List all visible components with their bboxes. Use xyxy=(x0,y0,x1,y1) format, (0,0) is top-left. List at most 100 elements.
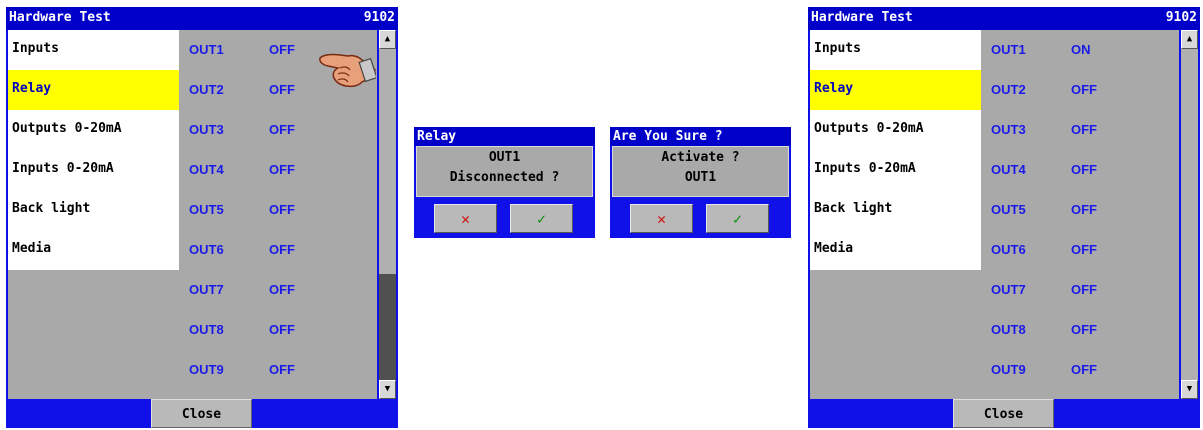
window-titlebar: Hardware Test 9102 xyxy=(808,7,1200,30)
output-scrollbar[interactable]: ▲ ▼ xyxy=(1181,30,1198,399)
window-footer: Close xyxy=(6,399,398,428)
output-state: OFF xyxy=(269,82,295,97)
dialog-title: Relay xyxy=(414,127,595,146)
close-button[interactable]: Close xyxy=(953,399,1054,428)
window-code: 9102 xyxy=(363,10,395,25)
output-name: OUT7 xyxy=(189,282,224,297)
output-row[interactable]: OUT9 OFF xyxy=(179,350,377,390)
scroll-track[interactable] xyxy=(1181,49,1198,380)
menu-item-relay[interactable]: Relay xyxy=(8,70,179,110)
close-button[interactable]: Close xyxy=(151,399,252,428)
output-state: OFF xyxy=(269,242,295,257)
menu-item-inputs[interactable]: Inputs xyxy=(810,30,981,70)
output-state: OFF xyxy=(269,202,295,217)
cancel-button[interactable]: ✕ xyxy=(630,204,693,233)
test-category-menu: Inputs Relay Outputs 0-20mA Inputs 0-20m… xyxy=(810,30,981,399)
output-row[interactable]: OUT7 OFF xyxy=(981,270,1179,310)
scroll-up-arrow-icon[interactable]: ▲ xyxy=(1181,30,1198,49)
output-name: OUT9 xyxy=(189,362,224,377)
output-name: OUT2 xyxy=(189,82,224,97)
menu-item-media[interactable]: Media xyxy=(8,230,179,270)
window-code: 9102 xyxy=(1165,10,1197,25)
relay-output-list: OUT1 ON OUT2 OFF OUT3 OFF OUT4 OFF OUT5 OFF O… xyxy=(981,30,1179,399)
menu-item-inputs-0-20ma[interactable]: Inputs 0-20mA xyxy=(810,150,981,190)
check-mark-icon: ✓ xyxy=(536,210,547,228)
output-name: OUT8 xyxy=(991,322,1026,337)
check-mark-icon: ✓ xyxy=(732,210,743,228)
output-name: OUT4 xyxy=(189,162,224,177)
test-category-menu: Inputs Relay Outputs 0-20mA Inputs 0-20m… xyxy=(8,30,179,399)
output-row[interactable]: OUT3 OFF xyxy=(981,110,1179,150)
output-name: OUT5 xyxy=(189,202,224,217)
output-row[interactable]: OUT8 OFF xyxy=(981,310,1179,350)
window-title: Hardware Test xyxy=(9,10,111,25)
output-row[interactable]: OUT9 OFF xyxy=(981,350,1179,390)
output-state: OFF xyxy=(269,122,295,137)
scroll-down-arrow-icon[interactable]: ▼ xyxy=(379,380,396,399)
pointing-hand-icon xyxy=(319,53,376,88)
scroll-thumb[interactable] xyxy=(379,274,396,380)
menu-item-outputs-0-20ma[interactable]: Outputs 0-20mA xyxy=(8,110,179,150)
output-row[interactable]: OUT4 OFF xyxy=(981,150,1179,190)
output-state: OFF xyxy=(269,322,295,337)
menu-item-back-light[interactable]: Back light xyxy=(8,190,179,230)
cancel-x-icon: ✕ xyxy=(460,210,471,228)
scroll-down-arrow-icon[interactable]: ▼ xyxy=(1181,380,1198,399)
output-name: OUT5 xyxy=(991,202,1026,217)
scroll-thumb[interactable] xyxy=(1181,49,1198,380)
dialog-message: Activate ? OUT1 xyxy=(612,146,789,197)
output-name: OUT4 xyxy=(991,162,1026,177)
window-titlebar: Hardware Test 9102 xyxy=(6,7,398,30)
output-row[interactable]: OUT1 ON xyxy=(981,30,1179,70)
output-row[interactable]: OUT6 OFF xyxy=(981,230,1179,270)
output-name: OUT6 xyxy=(991,242,1026,257)
output-name: OUT7 xyxy=(991,282,1026,297)
output-state: OFF xyxy=(1071,282,1097,297)
output-state: OFF xyxy=(1071,162,1097,177)
window-footer: Close xyxy=(808,399,1200,428)
output-name: OUT2 xyxy=(991,82,1026,97)
output-row[interactable]: OUT2 OFF xyxy=(981,70,1179,110)
output-name: OUT6 xyxy=(189,242,224,257)
scroll-up-arrow-icon[interactable]: ▲ xyxy=(379,30,396,49)
output-state: OFF xyxy=(269,42,295,57)
output-row[interactable]: OUT6 OFF xyxy=(179,230,377,270)
output-row[interactable]: OUT3 OFF xyxy=(179,110,377,150)
output-state: OFF xyxy=(1071,202,1097,217)
output-state: OFF xyxy=(1071,362,1097,377)
dialog-message-line: OUT1 xyxy=(488,150,521,165)
output-state: OFF xyxy=(269,282,295,297)
menu-item-relay[interactable]: Relay xyxy=(810,70,981,110)
output-name: OUT1 xyxy=(189,42,224,57)
dialog-title: Are You Sure ? xyxy=(610,127,791,146)
output-name: OUT3 xyxy=(189,122,224,137)
output-state: OFF xyxy=(269,362,295,377)
hardware-test-window-right: Hardware Test 9102 Inputs Relay Outputs … xyxy=(808,7,1200,428)
output-name: OUT3 xyxy=(991,122,1026,137)
output-state: OFF xyxy=(1071,322,1097,337)
menu-item-back-light[interactable]: Back light xyxy=(810,190,981,230)
relay-dialog: Relay OUT1 Disconnected ? ✕ ✓ xyxy=(414,127,595,238)
output-row[interactable]: OUT5 OFF xyxy=(981,190,1179,230)
output-row[interactable]: OUT7 OFF xyxy=(179,270,377,310)
menu-item-media[interactable]: Media xyxy=(810,230,981,270)
output-state: OFF xyxy=(1071,82,1097,97)
output-state: ON xyxy=(1071,42,1091,57)
output-row[interactable]: OUT5 OFF xyxy=(179,190,377,230)
output-row[interactable]: OUT4 OFF xyxy=(179,150,377,190)
cancel-button[interactable]: ✕ xyxy=(434,204,497,233)
confirm-button[interactable]: ✓ xyxy=(706,204,769,233)
output-state: OFF xyxy=(269,162,295,177)
output-row[interactable]: OUT8 OFF xyxy=(179,310,377,350)
dialog-message-line: Activate ? xyxy=(661,150,740,165)
scroll-track[interactable] xyxy=(379,49,396,380)
confirm-button[interactable]: ✓ xyxy=(510,204,573,233)
output-name: OUT8 xyxy=(189,322,224,337)
menu-item-inputs-0-20ma[interactable]: Inputs 0-20mA xyxy=(8,150,179,190)
window-title: Hardware Test xyxy=(811,10,913,25)
output-scrollbar[interactable]: ▲ ▼ xyxy=(379,30,396,399)
menu-item-inputs[interactable]: Inputs xyxy=(8,30,179,70)
are-you-sure-dialog: Are You Sure ? Activate ? OUT1 ✕ ✓ xyxy=(610,127,791,238)
menu-item-outputs-0-20ma[interactable]: Outputs 0-20mA xyxy=(810,110,981,150)
output-state: OFF xyxy=(1071,242,1097,257)
